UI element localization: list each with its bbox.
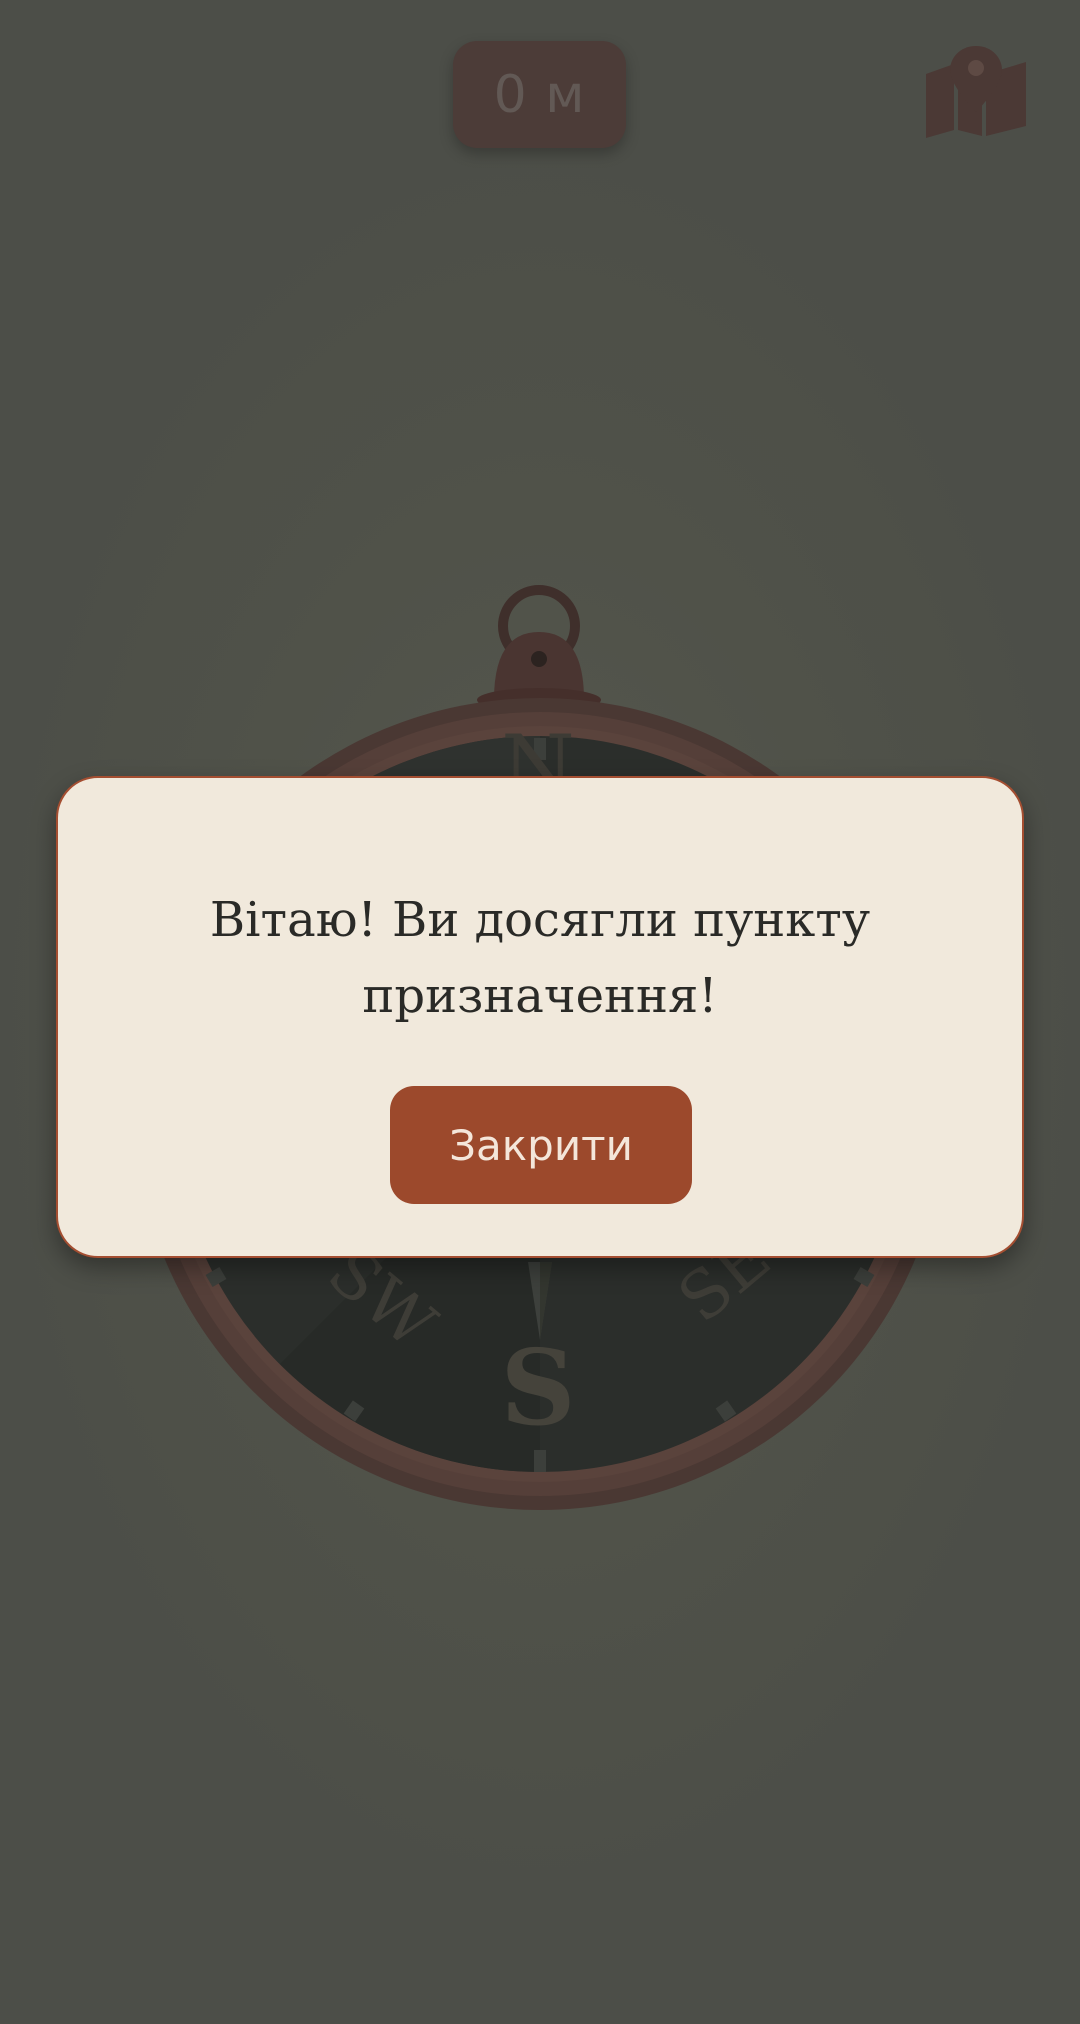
map-pin-icon — [926, 46, 1026, 138]
distance-indicator: 0 м — [453, 41, 626, 148]
close-button[interactable]: Закрити — [390, 1086, 692, 1204]
dialog-message: Вітаю! Ви досягли пункту призначення! — [209, 892, 871, 1024]
success-dialog: Вітаю! Ви досягли пункту призначення! За… — [56, 776, 1024, 1258]
map-button[interactable] — [920, 40, 1032, 140]
distance-label: 0 м — [493, 64, 586, 125]
